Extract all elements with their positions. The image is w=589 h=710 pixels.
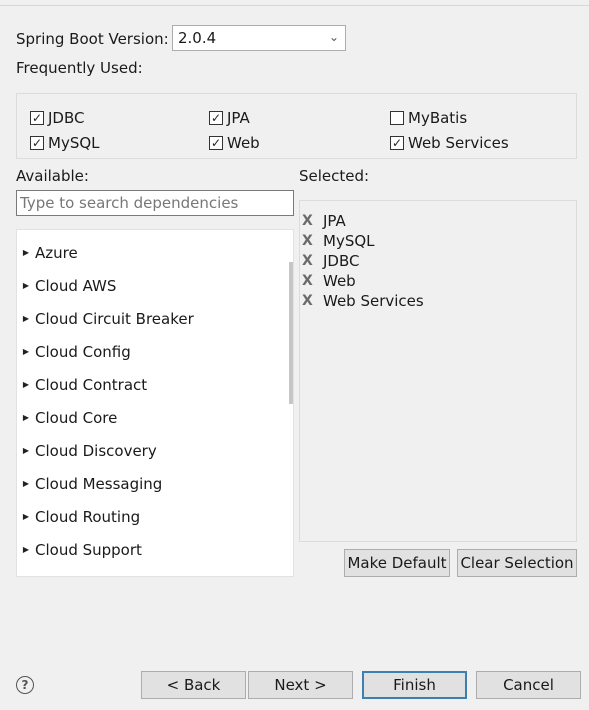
checkbox-web-label: Web: [227, 134, 260, 152]
checkbox-jpa[interactable]: ✓ JPA: [209, 109, 250, 127]
chevron-right-icon[interactable]: ▶: [20, 479, 32, 488]
selected-item-label: Web Services: [323, 292, 424, 310]
chevron-right-icon[interactable]: ▶: [20, 248, 32, 257]
selected-item-web-services: X Web Services: [300, 291, 424, 311]
tree-item-cloud-messaging[interactable]: ▶ Cloud Messaging: [17, 467, 287, 500]
make-default-button[interactable]: Make Default: [344, 549, 450, 577]
tree-item-cloud-circuit-breaker[interactable]: ▶ Cloud Circuit Breaker: [17, 302, 287, 335]
tree-item-label: Cloud Support: [35, 540, 142, 559]
tree-item-label: Cloud Routing: [35, 507, 141, 526]
tree-item-cloud-core[interactable]: ▶ Cloud Core: [17, 401, 287, 434]
tree-item-cloud-config[interactable]: ▶ Cloud Config: [17, 335, 287, 368]
check-icon: ✓: [209, 111, 223, 125]
check-icon: ✓: [390, 136, 404, 150]
remove-icon[interactable]: X: [302, 293, 316, 309]
tree-item-label: Cloud Core: [35, 408, 118, 427]
chevron-right-icon[interactable]: ▶: [20, 512, 32, 521]
dependency-search-input[interactable]: [16, 190, 294, 216]
chevron-right-icon[interactable]: ▶: [20, 380, 32, 389]
tree-item-cloud-support[interactable]: ▶ Cloud Support: [17, 533, 287, 566]
selected-label: Selected:: [299, 167, 370, 185]
selected-item-label: Web: [323, 272, 356, 290]
top-divider: [0, 5, 589, 6]
chevron-right-icon[interactable]: ▶: [20, 413, 32, 422]
checkbox-jpa-label: JPA: [227, 109, 250, 127]
check-icon: ✓: [209, 136, 223, 150]
remove-icon[interactable]: X: [302, 253, 316, 269]
chevron-right-icon[interactable]: ▶: [20, 446, 32, 455]
spring-boot-version-label: Spring Boot Version:: [16, 30, 169, 48]
spring-boot-version-value: 2.0.4: [178, 29, 217, 47]
checkbox-jdbc[interactable]: ✓ JDBC: [30, 109, 84, 127]
tree-item-cloud-discovery[interactable]: ▶ Cloud Discovery: [17, 434, 287, 467]
selected-item-jpa: X JPA: [300, 211, 346, 231]
remove-icon[interactable]: X: [302, 233, 316, 249]
available-dependency-tree[interactable]: ▶ Azure ▶ Cloud AWS ▶ Cloud Circuit Brea…: [16, 229, 294, 577]
chevron-right-icon[interactable]: ▶: [20, 314, 32, 323]
tree-item-cloud-aws[interactable]: ▶ Cloud AWS: [17, 269, 287, 302]
tree-item-cloud-contract[interactable]: ▶ Cloud Contract: [17, 368, 287, 401]
remove-icon[interactable]: X: [302, 273, 316, 289]
frequently-used-group: ✓ JDBC ✓ JPA MyBatis ✓ MySQL ✓ Web ✓ Web…: [16, 93, 577, 159]
tree-item-label: Cloud Circuit Breaker: [35, 309, 194, 328]
checkbox-web-services-label: Web Services: [408, 134, 509, 152]
selected-item-label: JPA: [323, 212, 346, 230]
tree-item-cloud-routing[interactable]: ▶ Cloud Routing: [17, 500, 287, 533]
selected-dependencies-list: X JPA X MySQL X JDBC X Web X Web Service…: [299, 200, 577, 542]
available-label: Available:: [16, 167, 89, 185]
check-icon: ✓: [30, 111, 44, 125]
finish-button[interactable]: Finish: [362, 671, 467, 699]
selected-item-mysql: X MySQL: [300, 231, 375, 251]
tree-item-azure[interactable]: ▶ Azure: [17, 236, 287, 269]
selected-item-web: X Web: [300, 271, 356, 291]
checkbox-empty-box: [390, 111, 404, 125]
frequently-used-label: Frequently Used:: [16, 59, 143, 77]
remove-icon[interactable]: X: [302, 213, 316, 229]
selected-item-jdbc: X JDBC: [300, 251, 359, 271]
tree-item-label: Azure: [35, 243, 78, 262]
back-button[interactable]: < Back: [141, 671, 246, 699]
chevron-right-icon[interactable]: ▶: [20, 545, 32, 554]
selected-item-label: MySQL: [323, 232, 375, 250]
checkbox-mybatis-label: MyBatis: [408, 109, 468, 127]
checkbox-web[interactable]: ✓ Web: [209, 134, 260, 152]
checkbox-web-services[interactable]: ✓ Web Services: [390, 134, 509, 152]
selected-item-label: JDBC: [323, 252, 360, 270]
tree-item-label: Cloud Config: [35, 342, 131, 361]
check-icon: ✓: [30, 136, 44, 150]
tree-item-label: Cloud Messaging: [35, 474, 163, 493]
clear-selection-button[interactable]: Clear Selection: [457, 549, 577, 577]
spring-boot-version-select[interactable]: 2.0.4 ⌄: [172, 25, 346, 51]
chevron-right-icon[interactable]: ▶: [20, 281, 32, 290]
tree-scrollbar-thumb[interactable]: [289, 262, 293, 404]
next-button[interactable]: Next >: [248, 671, 353, 699]
tree-item-label: Cloud AWS: [35, 276, 117, 295]
checkbox-mysql[interactable]: ✓ MySQL: [30, 134, 100, 152]
tree-item-label: Cloud Discovery: [35, 441, 157, 460]
chevron-down-icon: ⌄: [328, 30, 339, 44]
checkbox-mybatis[interactable]: MyBatis: [390, 109, 467, 127]
checkbox-mysql-label: MySQL: [48, 134, 100, 152]
cancel-button[interactable]: Cancel: [476, 671, 581, 699]
question-mark-icon[interactable]: ?: [16, 676, 34, 694]
chevron-right-icon[interactable]: ▶: [20, 347, 32, 356]
tree-item-label: Cloud Contract: [35, 375, 148, 394]
checkbox-jdbc-label: JDBC: [48, 109, 85, 127]
